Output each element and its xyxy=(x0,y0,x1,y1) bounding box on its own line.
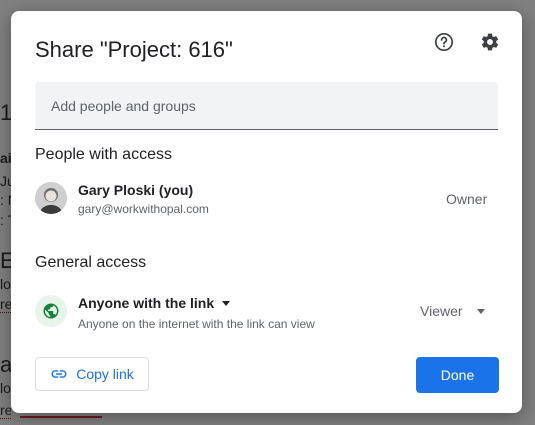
link-role-value: Viewer xyxy=(420,303,463,319)
background-text: lo xyxy=(0,276,11,292)
background-text: lo xyxy=(0,380,11,396)
help-icon[interactable] xyxy=(432,30,456,54)
background-text: re xyxy=(0,402,11,419)
background-text: : N xyxy=(0,192,11,208)
background-text: : T xyxy=(0,212,11,228)
copy-link-button[interactable]: Copy link xyxy=(35,357,149,391)
general-access-heading: General access xyxy=(35,254,147,271)
background-text: re xyxy=(0,296,11,313)
person-role: Owner xyxy=(446,191,488,207)
general-access-description: Anyone on the internet with the link can… xyxy=(78,317,315,331)
add-people-field[interactable] xyxy=(35,82,498,130)
background-text: E xyxy=(0,248,11,273)
person-name: Gary Ploski (you) xyxy=(78,182,194,198)
add-people-input[interactable] xyxy=(35,82,498,129)
avatar xyxy=(35,182,67,214)
background-text: 16 xyxy=(0,100,11,125)
share-dialog: Share "Project: 616" People with access … xyxy=(11,11,522,413)
settings-gear-icon[interactable] xyxy=(478,30,502,54)
globe-icon xyxy=(35,295,67,327)
copy-link-label: Copy link xyxy=(76,366,134,382)
caret-down-icon xyxy=(476,308,485,314)
link-icon xyxy=(51,370,67,378)
done-button[interactable]: Done xyxy=(416,357,499,393)
dialog-title: Share "Project: 616" xyxy=(35,37,233,62)
person-email: gary@workwithopal.com xyxy=(78,202,209,216)
background-underline xyxy=(20,416,102,418)
general-access-dropdown[interactable]: Anyone with the link xyxy=(78,295,231,311)
people-with-access-heading: People with access xyxy=(35,146,172,163)
background-text: ai xyxy=(0,150,11,166)
background-text: Ju xyxy=(0,173,11,189)
general-access-scope: Anyone with the link xyxy=(78,295,215,311)
link-role-dropdown[interactable]: Viewer xyxy=(420,303,485,319)
caret-down-icon xyxy=(222,300,231,306)
background-text: ar xyxy=(0,352,11,377)
